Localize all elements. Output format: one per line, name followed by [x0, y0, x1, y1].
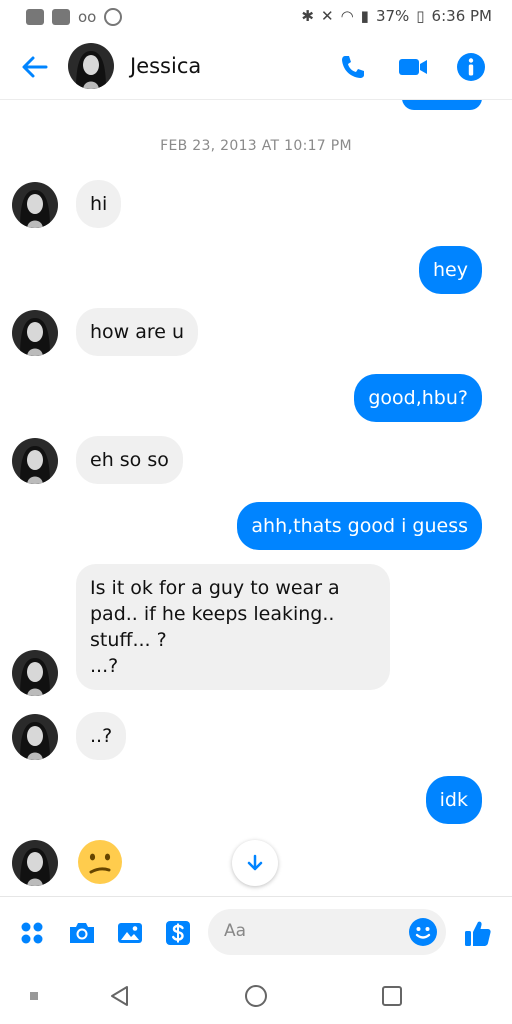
back-button[interactable] [18, 50, 52, 84]
payment-button[interactable] [160, 915, 196, 951]
game-controller-icon [26, 9, 44, 25]
nav-home-icon [245, 985, 267, 1007]
outgoing-message[interactable]: idk [425, 776, 482, 824]
mail-icon [52, 9, 70, 25]
messenger-icon [104, 8, 123, 26]
sender-avatar[interactable] [12, 650, 58, 696]
battery-percent: 37% [375, 7, 410, 25]
info-button[interactable] [454, 50, 488, 84]
camera-icon [70, 923, 94, 943]
nav-back-button[interactable] [104, 980, 136, 1012]
message-timestamp: FEB 23, 2013 AT 10:17 PM [160, 138, 352, 154]
more-dots-icon [21, 922, 43, 944]
battery-icon: ▯ [416, 7, 425, 25]
conversation-header: Jessica [0, 34, 512, 100]
input-placeholder: Aa [224, 921, 247, 941]
more-button[interactable] [14, 915, 50, 951]
phone-icon [342, 56, 364, 78]
contact-name[interactable]: Jessica [130, 54, 201, 78]
sender-avatar[interactable] [12, 310, 58, 356]
incoming-message-long[interactable]: Is it ok for a guy to wear a pad.. if he… [76, 564, 390, 690]
message-line: ...? [90, 655, 119, 677]
thumbs-up-icon [465, 921, 491, 946]
video-camera-icon [399, 59, 427, 75]
mute-icon: ✕ [321, 7, 334, 25]
status-system: ✱ ✕ ◠ ▮ 37% ▯ 6:36 PM [301, 7, 492, 25]
info-icon [457, 53, 485, 81]
signal-icon: ▮ [360, 7, 369, 25]
emoji-button[interactable] [408, 917, 438, 947]
bluetooth-icon: ✱ [301, 7, 314, 25]
android-navigation-bar [0, 968, 512, 1024]
confused-face-icon[interactable] [76, 838, 124, 886]
nav-indicator-dot [30, 992, 38, 1000]
message-line: stuff... ? [90, 629, 167, 651]
nav-recents-icon [382, 986, 402, 1006]
nav-home-button[interactable] [240, 980, 272, 1012]
emoji-icon [409, 918, 437, 946]
message-line: pad.. if he keeps leaking.. [90, 603, 335, 625]
incoming-message[interactable]: ..? [76, 712, 127, 760]
image-icon [118, 923, 142, 943]
wifi-icon: ◠ [340, 7, 354, 25]
outgoing-message[interactable]: ahh,thats good i guess [237, 502, 482, 550]
previous-message-bubble[interactable] [402, 100, 482, 110]
incoming-message[interactable]: how are u [76, 308, 199, 356]
video-call-button[interactable] [396, 50, 430, 84]
incoming-message[interactable]: eh so so [76, 436, 183, 484]
payment-icon [166, 921, 190, 945]
clock: 6:36 PM [431, 7, 492, 25]
status-bar: oo ✱ ✕ ◠ ▮ 37% ▯ 6:36 PM [0, 0, 512, 34]
voicemail-icon: oo [78, 8, 97, 26]
outgoing-message[interactable]: hey [419, 246, 482, 294]
sender-avatar[interactable] [12, 182, 58, 228]
like-button[interactable] [460, 915, 496, 951]
back-arrow-icon [22, 56, 48, 78]
nav-recents-button[interactable] [376, 980, 408, 1012]
nav-back-icon [111, 986, 128, 1006]
camera-button[interactable] [64, 915, 100, 951]
contact-avatar[interactable] [68, 43, 114, 89]
outgoing-message[interactable]: good,hbu? [354, 374, 482, 422]
sender-avatar[interactable] [12, 438, 58, 484]
status-notifications: oo [26, 8, 123, 26]
arrow-down-icon [247, 854, 263, 871]
incoming-message[interactable]: hi [76, 180, 122, 228]
message-composer: Aa [0, 896, 512, 968]
gallery-button[interactable] [112, 915, 148, 951]
scroll-to-bottom-button[interactable] [232, 840, 278, 886]
message-thread[interactable]: FEB 23, 2013 AT 10:17 PM hi hey how are … [0, 100, 512, 896]
message-input[interactable]: Aa [208, 909, 446, 955]
sender-avatar[interactable] [12, 714, 58, 760]
message-line: Is it ok for a guy to wear a [90, 577, 340, 599]
voice-call-button[interactable] [336, 50, 370, 84]
sender-avatar[interactable] [12, 840, 58, 886]
